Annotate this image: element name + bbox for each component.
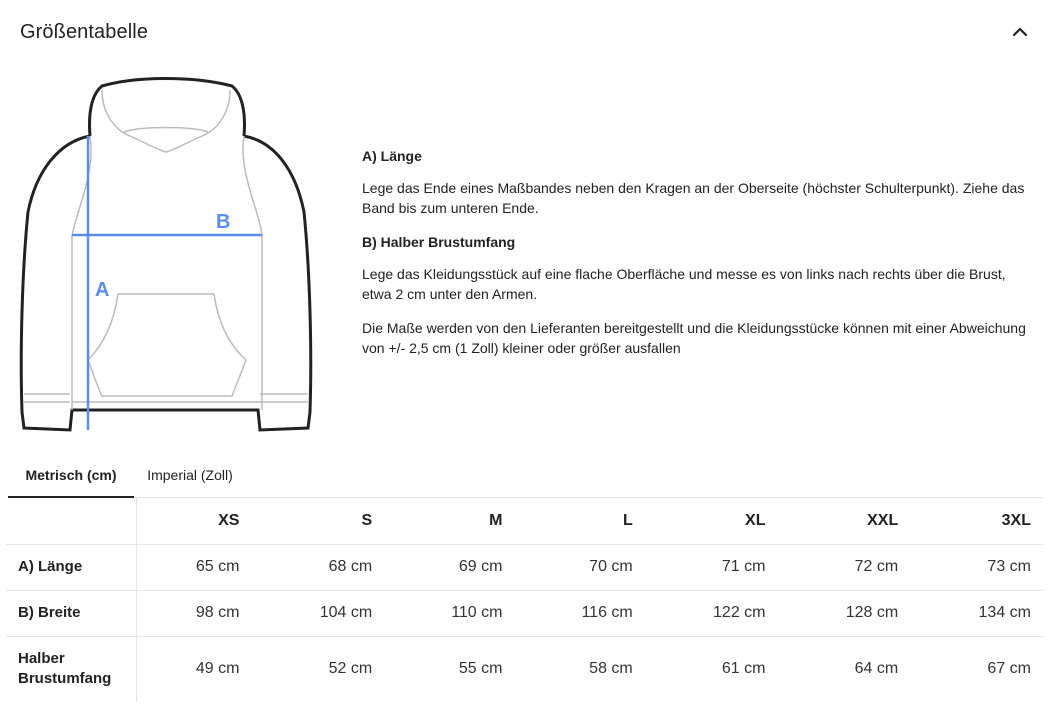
length-heading: A) Länge — [362, 148, 422, 164]
row-label: Halber Brustumfang — [6, 636, 137, 702]
table-cell: 69 cm — [384, 544, 515, 591]
label-b: B — [216, 211, 230, 233]
table-cell: 70 cm — [514, 544, 645, 591]
table-cell: 65 cm — [136, 544, 252, 591]
table-row: A) Länge 65 cm 68 cm 69 cm 70 cm 71 cm 7… — [6, 544, 1043, 591]
tolerance-note: Die Maße werden von den Lieferanten bere… — [362, 320, 1026, 356]
table-cell: 71 cm — [644, 544, 778, 591]
table-header-row: XS S M L XL XXL 3XL — [6, 498, 1043, 545]
table-cell: 58 cm — [589, 660, 633, 678]
chevron-up-icon[interactable] — [1008, 20, 1032, 44]
table-cell: 122 cm — [644, 590, 778, 637]
table-cell: 49 cm — [195, 660, 240, 678]
chest-heading: B) Halber Brustumfang — [362, 234, 516, 250]
table-cell: 64 cm — [854, 660, 899, 678]
table-cell: 128 cm — [777, 590, 911, 637]
table-cell: 134 cm — [910, 590, 1043, 637]
hoodie-illustration: A B — [18, 72, 316, 434]
table-cell: 73 cm — [910, 544, 1043, 591]
column-header: L — [514, 498, 645, 545]
measurement-description: A) Länge Lege das Ende eines Maßbandes n… — [362, 146, 1034, 372]
column-header: S — [251, 498, 385, 545]
table-row: B) Breite 98 cm 104 cm 110 cm 116 cm 122… — [6, 590, 1043, 637]
column-header: XL — [644, 498, 778, 545]
label-a: A — [95, 279, 109, 301]
table-row: Halber Brustumfang 49 cm 52 cm 55 cm 58 … — [6, 636, 1043, 702]
column-header: XXL — [777, 498, 911, 545]
tab-metric[interactable]: Metrisch (cm) — [8, 458, 134, 498]
table-cell: 104 cm — [251, 590, 385, 637]
column-header: 3XL — [910, 498, 1043, 545]
table-cell: 110 cm — [384, 590, 515, 637]
table-corner — [6, 498, 137, 545]
column-header: XS — [136, 498, 252, 545]
unit-tabs: Metrisch (cm) Imperial (Zoll) — [8, 458, 1043, 498]
row-label: B) Breite — [6, 590, 137, 637]
size-chart-header[interactable]: Größentabelle — [20, 18, 1032, 46]
size-table: XS S M L XL XXL 3XL A) Länge 65 cm 68 cm… — [6, 498, 1043, 702]
tab-imperial[interactable]: Imperial (Zoll) — [138, 458, 242, 498]
table-cell: 98 cm — [136, 590, 252, 637]
body-outline — [19, 134, 313, 432]
table-cell: 116 cm — [514, 590, 645, 637]
table-cell: 55 cm — [458, 660, 503, 678]
chest-text: Lege das Kleidungsstück auf eine flache … — [362, 266, 1006, 302]
table-cell: 68 cm — [251, 544, 385, 591]
length-text: Lege das Ende eines Maßbandes neben den … — [362, 180, 1025, 216]
table-cell: 72 cm — [777, 544, 911, 591]
row-label: A) Länge — [6, 544, 137, 591]
table-cell: 61 cm — [721, 660, 766, 678]
column-header: M — [384, 498, 515, 545]
page-title: Größentabelle — [20, 21, 149, 43]
table-cell: 67 cm — [987, 660, 1031, 678]
table-cell: 52 cm — [328, 660, 373, 678]
